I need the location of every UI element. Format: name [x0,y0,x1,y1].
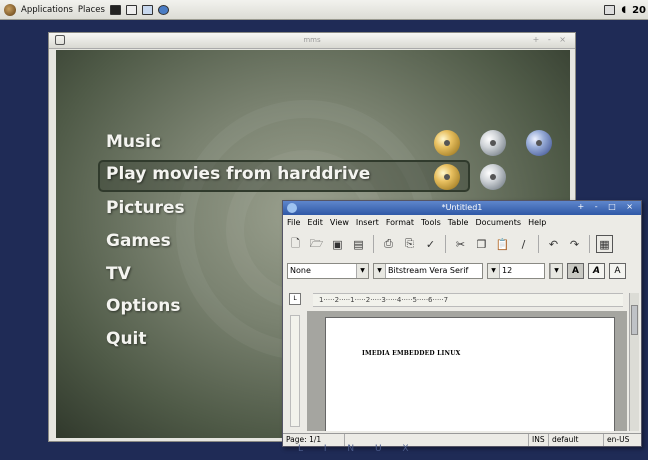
format-toolbar: None ▼ ▼ Bitstream Vera Serif ▼ 12 ▼ A A… [287,263,626,279]
clock[interactable]: 20 [632,5,646,16]
chevron-down-icon[interactable]: ▼ [488,264,500,278]
chevron-down-icon[interactable]: ▼ [550,264,562,278]
menu-item-pictures[interactable]: Pictures [106,198,185,218]
toolbar-separator [589,235,590,253]
font-size-value: 12 [502,266,513,275]
menu-documents[interactable]: Documents [475,218,521,227]
music-playlist-icon [526,130,552,156]
music-disc-icon [480,130,506,156]
menu-file[interactable]: File [287,218,300,227]
files-launcher-icon[interactable] [141,4,153,15]
volume-icon[interactable]: ◖ [621,5,626,15]
menu-item-tv[interactable]: TV [106,264,131,284]
status-insert-mode: INS [529,434,549,446]
document-canvas: IMEDIA EMBEDDED LINUX [307,311,627,431]
document-page[interactable]: IMEDIA EMBEDDED LINUX [325,317,615,431]
style-select[interactable]: None ▼ [287,263,369,279]
menu-item-games[interactable]: Games [106,231,171,251]
scrollbar-thumb[interactable] [631,305,638,335]
font-select[interactable]: ▼ Bitstream Vera Serif [373,263,483,279]
toolbar-separator [445,235,446,253]
menu-item-music[interactable]: Music [106,132,161,152]
menu-help[interactable]: Help [528,218,546,227]
vertical-ruler[interactable] [290,315,300,427]
gnome-foot-icon[interactable] [4,3,16,16]
bold-icon[interactable]: A [567,263,584,279]
mms-titlebar[interactable]: mms + - × [49,33,575,49]
open-folder-icon[interactable]: 🗁 [308,235,325,253]
editor-launcher-icon[interactable] [125,4,137,15]
show-formatting-icon[interactable]: ▦ [596,235,613,253]
vertical-scrollbar[interactable] [629,293,639,431]
standard-toolbar: 🗋 🗁 ▣ ▤ ⎙ ⎘ ✓ ✂ ❐ 📋 / ↶ ↷ ▦ [287,235,613,253]
menubar: File Edit View Insert Format Tools Table… [287,218,546,227]
spellcheck-icon[interactable]: ✓ [422,235,439,253]
print-icon[interactable]: ⎙ [380,235,397,253]
menu-format[interactable]: Format [386,218,414,227]
mms-window-controls[interactable]: + - × [533,35,569,44]
applications-menu[interactable]: Applications [21,5,73,15]
paste-icon[interactable]: 📋 [494,235,511,253]
background-wordmark: L I N U X [298,444,418,454]
style-value: None [290,266,311,275]
notification-icon[interactable] [604,5,616,15]
tab-stop-selector[interactable]: L [289,293,301,305]
toolbar-separator [538,235,539,253]
writer-window-controls[interactable]: + - □ × [578,202,637,211]
terminal-launcher-icon[interactable] [109,4,121,15]
save-icon[interactable]: ▣ [329,235,346,253]
font-value: Bitstream Vera Serif [388,266,469,275]
toolbar-separator [373,235,374,253]
status-style: default [549,434,604,446]
menu-view[interactable]: View [330,218,349,227]
mms-window-title: mms [303,36,321,44]
format-painter-icon[interactable]: / [515,235,532,253]
save-as-icon[interactable]: ▤ [350,235,367,253]
places-menu[interactable]: Places [78,5,105,15]
document-text[interactable]: IMEDIA EMBEDDED LINUX [362,350,461,357]
menu-table[interactable]: Table [448,218,469,227]
movie-disc-icon [434,164,460,190]
music-cd-icon [434,130,460,156]
italic-icon[interactable]: A [588,263,605,279]
word-processor-window: *Untitled1 + - □ × File Edit View Insert… [282,200,642,447]
print-preview-icon[interactable]: ⎘ [401,235,418,253]
menu-item-quit[interactable]: Quit [106,329,147,349]
top-panel: Applications Places ◖ 20 [0,0,648,20]
undo-icon[interactable]: ↶ [545,235,562,253]
cut-icon[interactable]: ✂ [452,235,469,253]
menu-insert[interactable]: Insert [356,218,379,227]
menu-item-play-movies[interactable]: Play movies from harddrive [106,164,370,184]
writer-titlebar[interactable]: *Untitled1 + - □ × [283,201,641,215]
copy-icon[interactable]: ❐ [473,235,490,253]
horizontal-ruler[interactable]: 1·····2·····1·····2·····3·····4·····5···… [313,293,623,307]
status-language: en-US [607,435,630,444]
new-document-icon[interactable]: 🗋 [287,235,304,253]
menu-edit[interactable]: Edit [307,218,323,227]
menu-tools[interactable]: Tools [421,218,441,227]
movie-folder-icon [480,164,506,190]
chevron-down-icon[interactable]: ▼ [374,264,386,278]
font-size-dropdown[interactable]: ▼ [549,263,563,279]
chevron-down-icon[interactable]: ▼ [356,264,368,278]
font-size-select[interactable]: ▼ 12 [487,263,545,279]
underline-icon[interactable]: A [609,263,626,279]
menu-item-options[interactable]: Options [106,296,180,316]
browser-launcher-icon[interactable] [157,4,169,15]
redo-icon[interactable]: ↷ [566,235,583,253]
